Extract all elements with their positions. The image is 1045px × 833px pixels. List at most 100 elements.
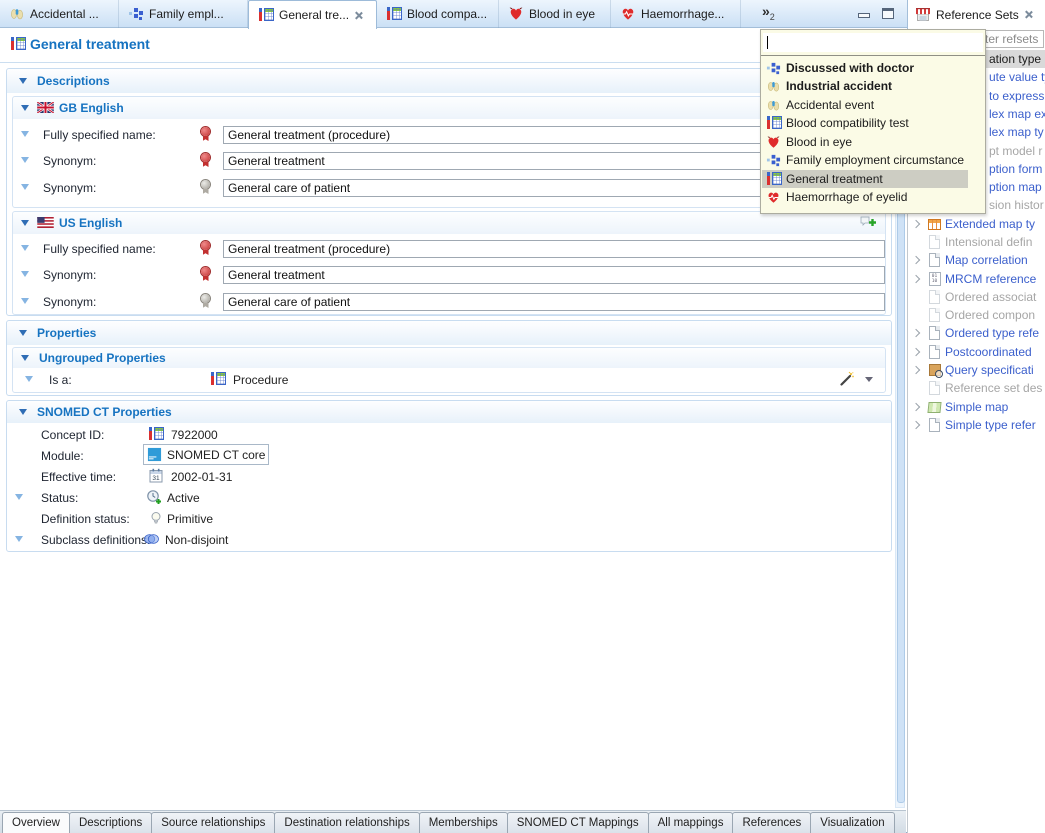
section-properties: Properties Ungrouped Properties Is a: Pr… [6,320,892,396]
chevron-right-icon[interactable] [912,329,920,337]
page-tab-source-relationships[interactable]: Source relationships [151,812,275,833]
relationship-target[interactable]: Procedure [233,373,288,387]
tab-general-treatment[interactable]: General tre... [248,0,377,29]
effective-time-value: 2002-01-31 [171,470,232,484]
popup-item[interactable]: Industrial accident [762,77,974,95]
chevron-right-icon[interactable] [912,220,920,228]
venn-icon [143,533,160,545]
refset-item[interactable]: Ordered associat [908,288,1045,306]
page-tab-overview[interactable]: Overview [2,812,70,833]
concept-icon [209,372,226,386]
description-type-label: Synonym: [43,181,96,195]
concept-id-value: 7922000 [171,428,218,442]
chevron-right-icon[interactable] [912,275,920,283]
refset-item[interactable]: Map correlation [908,251,1045,269]
refset-item[interactable]: Intensional defin [908,233,1045,251]
popup-item[interactable]: Haemorrhage of eyelid [762,188,974,206]
chevron-right-icon[interactable] [912,403,920,411]
collapse-triangle-icon[interactable] [21,245,29,251]
page-tab-descriptions[interactable]: Descriptions [69,812,152,833]
collapse-triangle-icon[interactable] [25,376,33,382]
section-title: Properties [37,326,96,340]
module-picker[interactable]: SNOMED CT core [143,444,269,465]
section-header[interactable]: SNOMED CT Properties [7,401,891,423]
page-tab-all-mappings[interactable]: All mappings [648,812,734,833]
popup-item[interactable]: Family employment circumstance [762,151,974,169]
refset-item[interactable]: Extended map ty [908,215,1045,233]
description-type-label: Fully specified name: [43,128,156,142]
refset-item[interactable]: Ordered type refe [908,324,1045,342]
refset-item[interactable]: MRCM reference [908,270,1045,288]
acceptable-term-icon [199,180,212,194]
collapse-triangle-icon[interactable] [21,220,29,226]
tab-haemorrhage[interactable]: Haemorrhage... [611,0,741,28]
divider [761,55,985,56]
tab-label: General tre... [279,8,349,22]
collapse-triangle-icon[interactable] [21,355,29,361]
popup-item-label: Discussed with doctor [786,61,914,75]
tab-blood-in-eye[interactable]: Blood in eye [499,0,611,28]
chevron-right-icon[interactable] [912,421,920,429]
tab-reference-sets[interactable]: Reference Sets [907,0,1045,29]
refset-item[interactable]: Postcoordinated [908,343,1045,361]
collapse-triangle-icon[interactable] [21,131,29,137]
tab-accidental[interactable]: Accidental ... [0,0,119,28]
popup-item[interactable]: Blood compatibility test [762,114,974,132]
collapse-triangle-icon[interactable] [19,330,27,336]
edit-wand-icon[interactable] [839,371,855,392]
page-tab-destination-relationships[interactable]: Destination relationships [274,812,419,833]
description-input[interactable] [223,240,885,258]
close-icon[interactable] [1024,10,1033,19]
property-row: Subclass definitions: Non-disjoint [7,531,891,551]
text-caret [767,36,768,49]
refset-item[interactable]: Query specificati [908,361,1045,379]
description-input[interactable] [223,266,885,284]
collapse-triangle-icon[interactable] [15,494,23,500]
collapse-triangle-icon[interactable] [21,271,29,277]
maximize-icon[interactable] [882,8,894,19]
dropdown-caret-icon[interactable] [865,377,873,382]
popup-item[interactable]: Accidental event [762,96,974,114]
popup-item-selected[interactable]: General treatment [762,170,968,188]
collapse-triangle-icon[interactable] [15,536,23,542]
tab-overflow-chevron[interactable]: »2 [762,3,775,22]
status-active-icon [145,489,162,505]
chevron-right-icon[interactable] [912,366,920,374]
page-tab-visualization[interactable]: Visualization [810,812,894,833]
description-input[interactable] [223,293,885,311]
section-header[interactable]: Properties [7,321,891,345]
chevron-right-icon[interactable] [912,256,920,264]
add-description-icon[interactable] [859,215,877,234]
refset-item[interactable]: Reference set des [908,379,1045,397]
page-tab-snomed-ct-mappings[interactable]: SNOMED CT Mappings [507,812,649,833]
property-row: Module: SNOMED CT core [7,447,891,467]
page-tab-references[interactable]: References [732,812,811,833]
section-header[interactable]: Descriptions [7,69,891,93]
collapse-triangle-icon[interactable] [21,157,29,163]
popup-item[interactable]: Discussed with doctor [762,59,974,77]
subsection-header[interactable]: US English [13,212,885,234]
collapse-triangle-icon[interactable] [21,184,29,190]
application-window: Accidental ... Family empl... General tr… [0,0,1045,833]
refset-item[interactable]: Simple type refer [908,416,1045,434]
table-icon [928,219,941,230]
subsection-header[interactable]: Ungrouped Properties [13,348,885,368]
chevron-right-icon[interactable] [912,348,920,356]
refset-item[interactable]: Simple map [908,398,1045,416]
popup-search-input[interactable] [763,33,983,52]
collapse-triangle-icon[interactable] [21,298,29,304]
collapse-triangle-icon[interactable] [19,409,27,415]
description-type-label: Synonym: [43,295,96,309]
collapse-triangle-icon[interactable] [21,105,29,111]
page-icon [929,381,940,395]
subsection-header[interactable]: GB English [13,97,885,119]
close-icon[interactable] [354,11,363,20]
property-label: Module: [41,449,84,463]
popup-item[interactable]: Blood in eye [762,133,974,151]
collapse-triangle-icon[interactable] [19,78,27,84]
refset-item[interactable]: Ordered compon [908,306,1045,324]
minimize-icon[interactable] [858,13,870,18]
tab-blood-compatibility[interactable]: Blood compa... [377,0,499,28]
page-tab-memberships[interactable]: Memberships [419,812,508,833]
tab-family-employment[interactable]: Family empl... [119,0,248,28]
